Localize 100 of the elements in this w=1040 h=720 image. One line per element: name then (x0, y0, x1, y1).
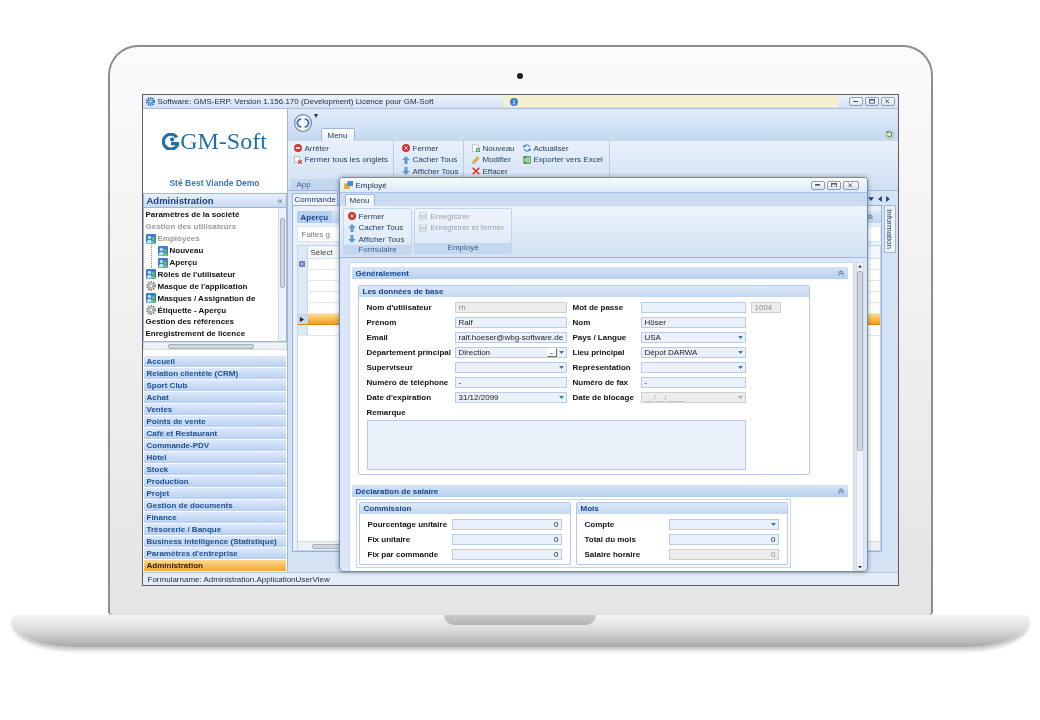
vertical-scrollbar[interactable] (277, 208, 286, 341)
export-button[interactable]: Exporter vers Excel (522, 154, 603, 165)
dropdown-field[interactable]: Dépot DARWA (640, 347, 746, 358)
dropdown-field[interactable]: 31/12/2099 (454, 392, 567, 403)
close-button[interactable] (842, 180, 859, 190)
module-button[interactable]: Points de vente (143, 416, 286, 427)
remark-field[interactable] (366, 420, 746, 470)
close-all-button[interactable]: Fermer tous les onglets (293, 154, 389, 165)
tree-item[interactable]: Masque de l'application (145, 280, 278, 293)
collapse-icon[interactable] (837, 488, 844, 494)
collapse-icon[interactable] (837, 270, 844, 276)
dropdown-arrow-icon[interactable] (770, 523, 776, 526)
tree-item[interactable]: Gestion des références (145, 316, 278, 328)
number-field[interactable]: 0 (451, 534, 562, 545)
app-orb-icon[interactable] (293, 114, 312, 132)
section-header[interactable]: Déclaration de salaire (351, 485, 848, 497)
section-header[interactable]: Généralement (351, 267, 848, 279)
hide-button[interactable]: Cacher Tous (401, 154, 459, 165)
vertical-scrollbar[interactable] (855, 262, 864, 571)
module-button[interactable]: Finance (143, 512, 286, 523)
close-button[interactable]: Fermer (347, 211, 405, 222)
tree-item[interactable]: Masques / Assignation de (145, 292, 278, 305)
hide-button[interactable]: Cacher Tous (347, 222, 405, 233)
up-arrow-icon (347, 223, 356, 232)
dropdown-arrow-icon[interactable] (737, 351, 743, 354)
module-button[interactable]: Business intelligence (Statistique) (143, 536, 286, 547)
number-field[interactable]: 0 (451, 549, 562, 560)
group-label: Employé (415, 243, 511, 253)
lookup-field[interactable]: Direction - (454, 347, 567, 358)
module-button[interactable]: Café et Restaurant (143, 428, 286, 439)
collapse-icon[interactable] (866, 214, 873, 220)
lookup-button[interactable]: - (546, 348, 557, 357)
scroll-down-icon[interactable] (857, 565, 862, 568)
module-button[interactable]: Paramètres d'entreprise (143, 548, 286, 559)
text-field[interactable]: Höser (640, 317, 746, 328)
scroll-thumb[interactable] (279, 218, 285, 288)
scroll-thumb[interactable] (167, 343, 254, 349)
dropdown-arrow-icon[interactable] (737, 366, 743, 369)
dropdown-arrow-icon[interactable] (558, 396, 564, 399)
module-button[interactable]: Administration (143, 560, 286, 571)
close-button[interactable] (880, 97, 895, 106)
module-button[interactable]: Relation clientèle (CRM) (143, 368, 286, 379)
field-label: Date de blocage (572, 393, 635, 402)
tree-item[interactable]: Enregistrement de licence (145, 327, 278, 340)
module-button[interactable]: Ventes (143, 404, 286, 415)
side-tab[interactable]: Information (883, 205, 896, 253)
module-button[interactable]: Production (143, 476, 286, 487)
number-field[interactable]: 0 (668, 534, 779, 545)
dropdown-arrow-icon[interactable] (558, 351, 564, 354)
show-button[interactable]: Afficher Tous (401, 166, 459, 177)
collapse-button[interactable]: « (277, 195, 283, 206)
module-button[interactable]: Gestion de documents (143, 500, 286, 511)
stop-button[interactable]: Arrêter (293, 143, 389, 154)
dropdown-arrow-icon[interactable] (558, 366, 564, 369)
dropdown-field[interactable]: USA (640, 332, 746, 343)
edit-button[interactable]: Modifier (471, 154, 515, 165)
close-button[interactable]: Fermer (401, 143, 459, 154)
minimize-button[interactable] (848, 97, 863, 106)
dropdown-arrow-icon[interactable] (867, 197, 874, 201)
dropdown-field[interactable] (668, 519, 779, 530)
module-button[interactable]: Stock (143, 464, 286, 475)
maximize-button[interactable] (826, 180, 841, 190)
tree-item[interactable]: Étiquette - Aperçu (145, 304, 278, 316)
module-button[interactable]: Projet (143, 488, 286, 499)
dropdown-arrow-icon[interactable] (737, 336, 743, 339)
delete-button[interactable]: Effacer (471, 166, 515, 177)
view-tab[interactable]: Aperçu (296, 211, 333, 223)
new-button[interactable]: Nouveau (471, 143, 515, 154)
right-arrow-icon[interactable] (885, 196, 890, 202)
field-label: Date d'expiration (366, 393, 433, 402)
dropdown-field[interactable] (454, 362, 567, 373)
ribbon-tab[interactable]: Menu (344, 194, 375, 206)
text-field[interactable]: - (454, 377, 567, 388)
module-button[interactable]: Sport Club (143, 380, 286, 391)
text-field[interactable]: Ralf (454, 317, 567, 328)
module-button[interactable]: Achat (143, 392, 286, 403)
maximize-button[interactable] (864, 97, 879, 106)
group-label: Formulaire (343, 244, 412, 255)
module-button[interactable]: Commande-PDV (143, 440, 286, 451)
number-field[interactable]: 0 (451, 519, 562, 530)
ribbon-tab[interactable]: Menu (320, 128, 355, 141)
dropdown-field[interactable] (640, 362, 746, 373)
quick-access-menu[interactable]: ▾ (313, 111, 318, 120)
text-field[interactable]: - (640, 377, 746, 388)
left-arrow-icon[interactable] (877, 196, 882, 202)
text-field[interactable] (640, 302, 746, 313)
module-button[interactable]: Hôtel (143, 452, 286, 463)
tree-item[interactable]: Paramètres de la société (145, 209, 278, 221)
module-button[interactable]: Trésorerie / Banque (143, 524, 286, 535)
minimize-button[interactable] (810, 180, 825, 190)
show-button[interactable]: Afficher Tous (347, 234, 405, 245)
scroll-up-icon[interactable] (857, 265, 862, 268)
column-header[interactable]: Sélect (307, 247, 333, 257)
scroll-thumb[interactable] (856, 270, 863, 451)
module-button[interactable]: Accueil (143, 356, 286, 367)
document-tab[interactable]: Commande (291, 193, 338, 205)
refresh-button[interactable]: Actualiser (522, 143, 603, 154)
text-field[interactable]: ralf.hoeser@wbg-software.de (454, 332, 567, 343)
tree-item[interactable]: Rôles de l'utilisateur (145, 268, 278, 281)
circle-arrow-icon[interactable] (884, 130, 894, 139)
